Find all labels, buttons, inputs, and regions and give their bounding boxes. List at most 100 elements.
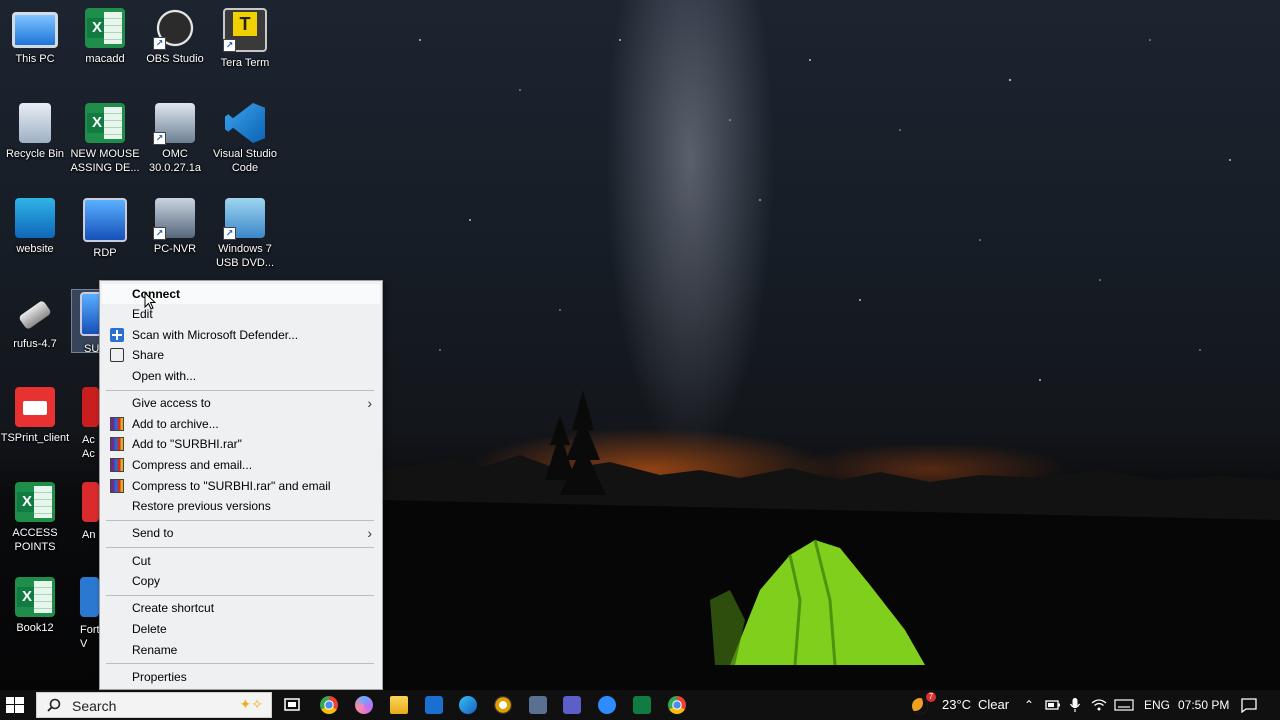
desktop-icon-new-mouse[interactable]: NEW MOUSE ASSING DE... [70, 103, 140, 175]
desktop-icon-label: macadd [85, 53, 125, 65]
desktop-icon-access-points[interactable]: ACCESS POINTS [0, 482, 70, 554]
desktop-icon-label: Fort V [80, 624, 99, 650]
desktop-icon-label: rufus-4.7 [13, 338, 57, 350]
menu-item-label: Properties [132, 670, 187, 684]
winrar-icon [110, 479, 124, 493]
copilot-icon[interactable] [355, 696, 373, 714]
app-icon [82, 482, 99, 522]
menu-item-give-access[interactable]: Give access to › [102, 393, 380, 413]
weather-condition: Clear [978, 697, 1010, 712]
media-player-icon[interactable] [494, 696, 512, 714]
search-placeholder: Search [72, 698, 117, 714]
desktop-icon-label: OMC 30.0.27.1a [149, 148, 201, 174]
network-tool-icon[interactable] [529, 696, 547, 714]
menu-item-rename[interactable]: Rename [102, 640, 380, 660]
omc-icon: ↗ [153, 103, 195, 145]
chevron-up-icon[interactable]: ⌃ [1024, 690, 1034, 720]
menu-item-label: Restore previous versions [132, 499, 271, 513]
menu-item-create-shortcut[interactable]: Create shortcut [102, 598, 380, 618]
keyboard-icon[interactable] [1114, 699, 1134, 711]
desktop-icon-macadd[interactable]: macadd [70, 8, 140, 66]
input-language[interactable]: ENG [1144, 690, 1170, 720]
desktop-icon-label: Visual Studio Code [212, 148, 277, 174]
menu-item-copy[interactable]: Copy [102, 571, 380, 591]
clock-time[interactable]: 07:50 PM [1178, 690, 1229, 720]
desktop-icon-label: website [16, 243, 54, 255]
chrome-icon[interactable] [668, 696, 686, 714]
menu-separator [106, 520, 374, 521]
menu-item-label: Connect [132, 287, 180, 301]
taskbar-search-box[interactable]: Search ✦✧ [36, 692, 272, 718]
desktop-icon-vscode[interactable]: Visual Studio Code [210, 103, 280, 175]
microphone-icon[interactable] [1069, 697, 1081, 713]
desktop-icon-partial[interactable]: An [82, 482, 99, 542]
search-icon [47, 698, 61, 712]
desktop-icon-partial[interactable]: Fort V [80, 577, 99, 651]
excel-icon [85, 103, 125, 143]
desktop-icon-rdp[interactable]: RDP [70, 198, 140, 260]
acrobat-icon [82, 387, 99, 427]
winrar-icon [110, 437, 124, 451]
menu-item-send-to[interactable]: Send to › [102, 523, 380, 543]
desktop-icon-website[interactable]: website [0, 198, 70, 256]
wifi-icon[interactable] [1091, 698, 1107, 712]
edge-browser-icon[interactable] [459, 696, 477, 714]
weather-moon-icon[interactable]: 7 [912, 690, 936, 720]
pc-nvr-icon: ↗ [153, 198, 195, 240]
desktop-icon-label: OBS Studio [146, 53, 204, 65]
desktop-icon-surbhi-selected[interactable]: SU [71, 289, 101, 353]
desktop-icon-label: RDP [93, 247, 117, 259]
weather-temperature: 23°C [942, 697, 972, 712]
menu-item-cut[interactable]: Cut [102, 551, 380, 571]
menu-item-open-with[interactable]: Open with... [102, 366, 380, 386]
tree-silhouette [545, 415, 575, 480]
desktop-icon-label: Tera Term [220, 57, 270, 69]
desktop-icon-rufus[interactable]: rufus-4.7 [0, 293, 70, 351]
desktop-icon-label: An [82, 529, 96, 541]
desktop-icon-pc-nvr[interactable]: ↗ PC-NVR [140, 198, 210, 256]
menu-item-share[interactable]: Share [102, 345, 380, 365]
this-pc-icon [12, 12, 58, 48]
windows-start-icon[interactable] [6, 697, 24, 713]
file-explorer-icon[interactable] [390, 696, 408, 714]
winrar-icon [110, 458, 124, 472]
excel-icon [15, 482, 55, 522]
battery-icon[interactable] [1045, 699, 1061, 711]
taskbar: Search ✦✧ 7 23°C Clear ⌃ ENG 07:50 PM [0, 690, 1280, 720]
desktop-icon-book12[interactable]: Book12 [0, 577, 70, 635]
desktop-icon-label: SU [84, 343, 100, 352]
menu-item-add-archive[interactable]: Add to archive... [102, 414, 380, 434]
desktop-icon-obs-studio[interactable]: ↗ OBS Studio [140, 8, 210, 66]
menu-item-label: Rename [132, 643, 178, 657]
shortcut-arrow-icon: ↗ [153, 132, 166, 145]
menu-item-compress-email[interactable]: Compress and email... [102, 455, 380, 475]
desktop-icon-tera-term[interactable]: ↗ Tera Term [210, 8, 280, 70]
desktop-icon-label: Ac Ac [82, 434, 95, 460]
vscode-icon [225, 103, 265, 143]
desktop-icon-partial[interactable]: Ac Ac [82, 387, 99, 461]
menu-item-compress-rar-email[interactable]: Compress to "SURBHI.rar" and email [102, 476, 380, 496]
desktop-icon-recycle-bin[interactable]: Recycle Bin [0, 103, 70, 161]
menu-item-label: Add to archive... [132, 417, 219, 431]
menu-item-label: Send to [132, 526, 174, 540]
menu-separator [106, 595, 374, 596]
share-icon [110, 348, 124, 362]
desktop-icon-windows7-usb[interactable]: ↗ Windows 7 USB DVD... [210, 198, 280, 270]
chrome-icon[interactable] [320, 696, 338, 714]
teams-icon[interactable] [563, 696, 581, 714]
desktop-icon-this-pc[interactable]: This PC [0, 8, 70, 66]
desktop-icon-omc[interactable]: ↗ OMC 30.0.27.1a [140, 103, 210, 175]
menu-item-restore-versions[interactable]: Restore previous versions [102, 496, 380, 516]
zoom-icon[interactable] [598, 696, 616, 714]
task-view-icon[interactable] [283, 696, 301, 714]
excel-taskbar-icon[interactable] [633, 696, 651, 714]
menu-item-scan-defender[interactable]: Scan with Microsoft Defender... [102, 325, 380, 345]
menu-item-add-rar[interactable]: Add to "SURBHI.rar" [102, 434, 380, 454]
shortcut-arrow-icon: ↗ [153, 227, 166, 240]
menu-item-properties[interactable]: Properties [102, 667, 380, 687]
notification-center-icon[interactable] [1240, 697, 1258, 713]
desktop-icon-tsprint[interactable]: TSPrint_client [0, 387, 70, 445]
edge-icon [15, 198, 55, 238]
menu-item-delete[interactable]: Delete [102, 619, 380, 639]
outlook-icon[interactable] [425, 696, 443, 714]
